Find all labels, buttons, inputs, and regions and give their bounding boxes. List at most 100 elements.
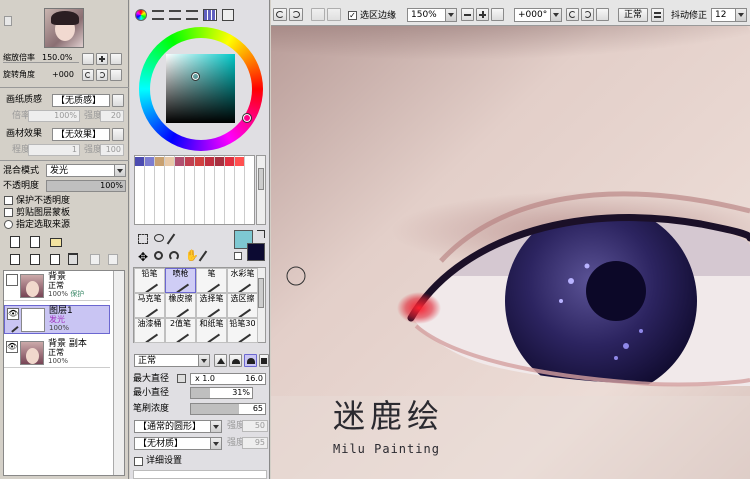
protect-opacity-checkbox[interactable] xyxy=(4,196,13,205)
max-size-slider[interactable]: x 1.0 16.0 xyxy=(190,373,266,385)
brush-tool-1-2[interactable]: 选择笔 xyxy=(196,293,227,318)
rotate-cw-button[interactable] xyxy=(96,69,108,81)
zoom-in-button[interactable] xyxy=(96,53,108,65)
brush-tool-2-3[interactable]: 铅笔30 xyxy=(227,318,258,343)
magic-wand-icon[interactable] xyxy=(166,233,176,245)
brush-texture-strength-field[interactable]: 95 xyxy=(242,437,268,449)
min-size-slider[interactable]: 31% xyxy=(190,387,253,399)
color-swatch[interactable] xyxy=(185,157,194,166)
paper-texture-dropdown[interactable]: 【无质感】 xyxy=(52,94,110,107)
selection-edge-checkbox[interactable]: ✓ xyxy=(348,11,357,20)
stabilizer-dropdown[interactable]: 12 xyxy=(711,8,747,22)
brush-tool-2-0[interactable]: 油漆桶 xyxy=(134,318,165,343)
rect-select-icon[interactable] xyxy=(138,234,148,244)
drawing-canvas[interactable]: 迷鹿绘 Milu Painting xyxy=(271,26,750,479)
rotate-dropdown[interactable]: +000° xyxy=(514,8,562,22)
swatch-scrollbar[interactable] xyxy=(256,155,266,225)
max-size-toggle[interactable] xyxy=(177,374,186,383)
layer-up-icon[interactable] xyxy=(30,254,40,265)
color-swatch[interactable] xyxy=(165,157,174,166)
scratchpad-tab-icon[interactable] xyxy=(222,9,234,21)
trash-icon[interactable] xyxy=(68,253,78,265)
blend-mode-dropdown[interactable]: 发光 xyxy=(46,164,126,177)
view-mode-button[interactable]: 正常 xyxy=(618,8,648,22)
invert-selection-button[interactable] xyxy=(327,8,341,21)
clipping-mask-checkbox[interactable] xyxy=(4,208,13,217)
toolbar-rotate-reset-button[interactable] xyxy=(596,8,609,21)
paper-strength-field[interactable]: 20 xyxy=(100,110,124,122)
brush-shape-flat-button[interactable] xyxy=(259,354,269,367)
swatch-tab-icon[interactable] xyxy=(203,9,217,21)
paper-texture-menu-button[interactable] xyxy=(112,94,124,107)
layer-list-scrollbar[interactable] xyxy=(113,271,124,475)
density-slider[interactable]: 65 xyxy=(190,403,266,415)
toolbar-zoom-out-button[interactable] xyxy=(461,8,474,21)
layer-row-selected[interactable]: 👁 图层1 发光 100% xyxy=(4,305,110,334)
detail-settings-checkbox[interactable] xyxy=(134,457,143,466)
toolbar-zoom-in-button[interactable] xyxy=(476,8,489,21)
zoom-dropdown[interactable]: 150% xyxy=(407,8,457,22)
brush-shape-soft-button[interactable] xyxy=(244,354,257,367)
layer-visibility-toggle[interactable]: 👁 xyxy=(7,308,19,320)
new-layer-icon[interactable] xyxy=(10,236,20,248)
zoom-out-button[interactable] xyxy=(82,53,94,65)
paper-degree-field[interactable]: 1 xyxy=(28,144,80,156)
sub-color-box[interactable] xyxy=(247,243,265,261)
saturation-value-square[interactable] xyxy=(166,54,235,123)
color-swatch[interactable] xyxy=(205,157,214,166)
brush-tool-1-1[interactable]: 橡皮擦 xyxy=(165,293,196,318)
undo-button[interactable] xyxy=(273,8,287,21)
brush-tool-0-1[interactable]: 喷枪 xyxy=(165,268,196,293)
paper-effect-strength-field[interactable]: 100 xyxy=(100,144,124,156)
color-swatch[interactable] xyxy=(175,157,184,166)
selection-source-checkbox[interactable] xyxy=(4,220,13,229)
brush-tool-0-0[interactable]: 铅笔 xyxy=(134,268,165,293)
paper-scale-field[interactable]: 100% xyxy=(28,110,80,122)
navigator-thumbnail[interactable] xyxy=(44,8,84,48)
clear-layer-icon[interactable] xyxy=(90,254,100,265)
opacity-slider[interactable]: 100% xyxy=(46,180,126,192)
new-folder-icon[interactable] xyxy=(50,238,62,247)
zoom-reset-button[interactable] xyxy=(110,53,122,65)
paper-effect-menu-button[interactable] xyxy=(112,128,124,141)
merge-layer-icon[interactable] xyxy=(50,254,60,265)
brush-texture-dropdown[interactable]: 【无材质】 xyxy=(134,437,222,450)
hand-icon[interactable]: ✋ xyxy=(185,250,199,262)
brush-shape-medium-button[interactable] xyxy=(229,354,242,367)
navigator-arrow-left[interactable] xyxy=(4,16,12,26)
color-swatch[interactable] xyxy=(155,157,164,166)
swap-colors-icon[interactable] xyxy=(257,230,265,238)
layer-row[interactable]: 👁 背景 副本 正常 100% xyxy=(4,339,110,368)
new-linework-layer-icon[interactable] xyxy=(30,236,40,248)
rotate-ccw-button[interactable] xyxy=(82,69,94,81)
transparent-color-box[interactable] xyxy=(234,252,242,260)
color-wheel-tab-icon[interactable] xyxy=(135,9,147,21)
brush-shape-dropdown[interactable]: 【通常的圆形】 xyxy=(134,420,222,433)
move-icon[interactable]: ✥ xyxy=(137,251,149,263)
lasso-icon[interactable] xyxy=(154,234,164,242)
brush-tool-2-2[interactable]: 和纸笔 xyxy=(196,318,227,343)
color-swatch[interactable] xyxy=(225,157,234,166)
brush-mode-dropdown[interactable]: 正常 xyxy=(134,354,210,367)
brush-tool-1-3[interactable]: 选区擦 xyxy=(227,293,258,318)
color-swatch[interactable] xyxy=(195,157,204,166)
layer-visibility-toggle[interactable]: 👁 xyxy=(6,341,18,353)
toolbar-rotate-ccw-button[interactable] xyxy=(566,8,579,21)
flip-view-button[interactable] xyxy=(651,8,664,22)
zoom-slider[interactable] xyxy=(3,62,79,65)
brush-tool-1-0[interactable]: 马克笔 xyxy=(134,293,165,318)
redo-button[interactable] xyxy=(289,8,303,21)
hsv-slider-tab-icon[interactable] xyxy=(169,10,181,20)
color-swatch[interactable] xyxy=(145,157,154,166)
copy-layer-icon[interactable] xyxy=(108,254,118,265)
layer-visibility-toggle[interactable] xyxy=(6,274,18,286)
toolbar-zoom-reset-button[interactable] xyxy=(491,8,504,21)
paper-effect-dropdown[interactable]: 【无效果】 xyxy=(52,128,110,141)
layer-down-icon[interactable] xyxy=(10,254,20,265)
brush-tool-0-2[interactable]: 笔 xyxy=(196,268,227,293)
brush-tool-0-3[interactable]: 水彩笔 xyxy=(227,268,258,293)
brush-tool-2-1[interactable]: 2值笔 xyxy=(165,318,196,343)
color-swatch[interactable] xyxy=(215,157,224,166)
zoom-tool-icon[interactable] xyxy=(154,251,163,260)
color-swatch[interactable] xyxy=(235,157,244,166)
